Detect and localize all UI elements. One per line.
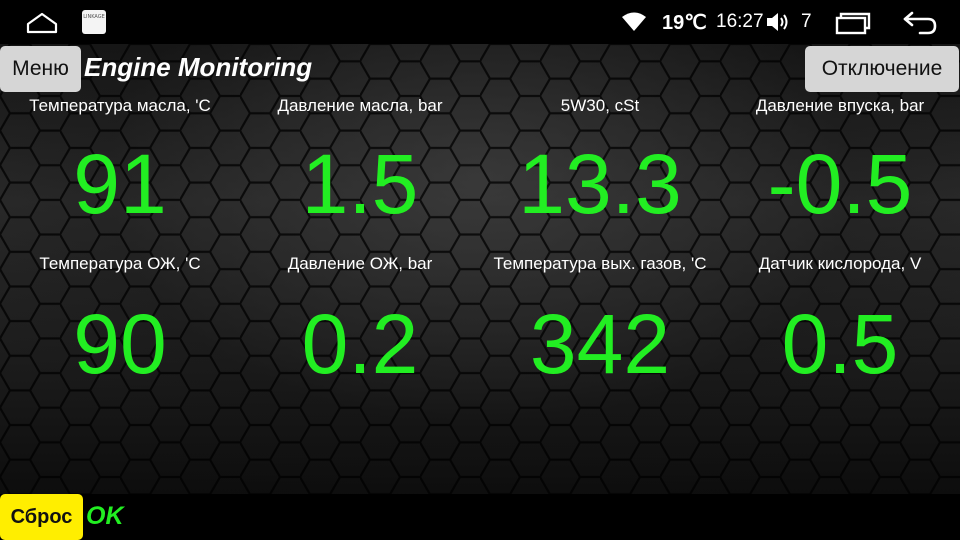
gauge-value: 13.3 [518, 137, 682, 231]
weather-temperature: 19℃ [662, 12, 707, 34]
gauge-value: 90 [73, 297, 167, 391]
engine-monitor-panel: Меню Engine Monitoring Отключение Темпер… [0, 44, 960, 494]
gauge-value: -0.5 [767, 137, 913, 231]
menu-button[interactable]: Меню [0, 46, 81, 92]
volume-icon[interactable] [766, 11, 792, 33]
gauge-label: 5W30, cSt [560, 96, 640, 115]
app-icon-label: LINKAGE [83, 14, 105, 20]
page-title: Engine Monitoring [84, 52, 313, 82]
gauge-value: 91 [73, 137, 167, 231]
gauge-label: Температура масла, 'C [29, 96, 211, 115]
disconnect-button[interactable]: Отключение [805, 46, 959, 92]
gauge-value: 0.2 [301, 297, 419, 391]
status-bar: LINKAGE 19℃ 16:27 7 [0, 0, 960, 44]
wifi-icon [622, 12, 646, 31]
reset-button[interactable]: Сброс [0, 494, 83, 540]
clock-time: 16:27 [716, 11, 764, 32]
gauge-value: 342 [529, 297, 671, 391]
recent-apps-icon[interactable] [835, 11, 871, 35]
gauge-label: Давление впуска, bar [755, 96, 925, 115]
gauge-value: 0.5 [781, 297, 899, 391]
connection-status: OK [86, 502, 124, 530]
gauge-label: Давление ОЖ, bar [287, 254, 433, 273]
home-icon[interactable] [26, 12, 58, 34]
gauge-label: Температура ОЖ, 'C [39, 254, 201, 273]
gauge-label: Давление масла, bar [277, 96, 443, 115]
gauge-label: Датчик кислорода, V [758, 254, 922, 273]
gauge-label: Температура вых. газов, 'C [493, 254, 707, 273]
gauge-value: 1.5 [301, 137, 419, 231]
bottom-bar: Сброс OK [0, 494, 960, 540]
volume-level: 7 [801, 11, 812, 32]
app-icon[interactable]: LINKAGE [82, 10, 106, 34]
back-icon[interactable] [902, 9, 938, 35]
